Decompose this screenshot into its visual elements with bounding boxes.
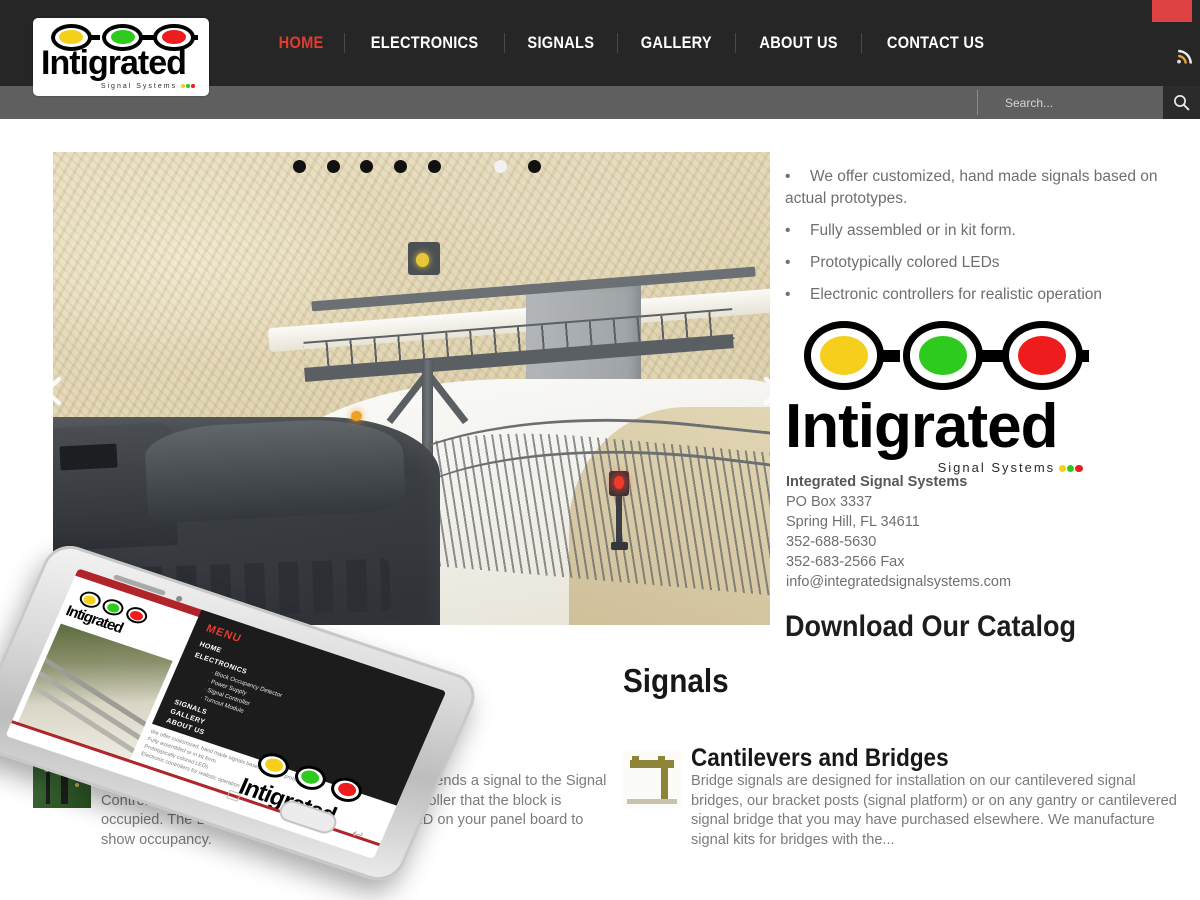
chevron-left-icon [43, 376, 62, 406]
electronics-item-body-overflow [33, 831, 613, 851]
chevron-right-icon [763, 376, 782, 406]
signal-lamps-group-large [785, 320, 1095, 394]
nav-item-about-us[interactable]: ABOUT US [744, 33, 852, 53]
carousel-dot-5[interactable] [428, 160, 441, 173]
lamp-yellow [803, 321, 885, 390]
carousel-dot-3[interactable] [360, 160, 373, 173]
electronics-section: Electronics Block Occupancy Detector Thi… [33, 662, 606, 900]
contact-city-state: Spring Hill, FL 34611 [786, 514, 920, 530]
signals-item-title[interactable]: Cantilevers and Bridges [691, 744, 949, 773]
site-logo[interactable]: Intigrated Signal Systems [33, 18, 209, 96]
bridge-ground [627, 799, 677, 804]
nav-item-electronics[interactable]: ELECTRONICS [356, 33, 493, 53]
lamp-green [902, 321, 984, 390]
red-accent-tab [1152, 0, 1192, 22]
circuit-board-thumbnail[interactable] [33, 750, 91, 808]
electronics-item-title[interactable]: Block Occupancy Detector [101, 744, 587, 773]
bullet-glyph: • [785, 254, 791, 271]
locomotive-cab-window [59, 443, 119, 471]
logo-tagline-dots [180, 83, 195, 90]
intro-bullet-text: We offer customized, hand made signals b… [785, 168, 1158, 207]
locomotive-drive-wheels [73, 558, 391, 622]
carousel-next-button[interactable] [757, 374, 787, 408]
nav-separator [344, 33, 346, 53]
nav-item-gallery[interactable]: GALLERY [626, 33, 726, 53]
bridge-left-head [632, 756, 639, 768]
bullet-glyph: • [785, 168, 791, 185]
nav-item-home[interactable]: HOME [264, 33, 338, 53]
contact-fax: 352-683-2566 Fax [786, 554, 905, 570]
bridge-post [661, 768, 668, 800]
search-icon [1174, 95, 1190, 111]
carousel-prev-button[interactable] [38, 374, 68, 408]
logo-artwork: Intigrated Signal Systems [41, 23, 201, 91]
download-catalog-heading[interactable]: Download Our Catalog [785, 610, 1076, 644]
contact-info-block: Integrated Signal Systems PO Box 3337 Sp… [786, 472, 1186, 592]
contact-po-box: PO Box 3337 [786, 494, 873, 510]
intro-bullet-item: • Prototypically colored LEDs [785, 252, 1190, 274]
phone-nav-item-home: HOME [198, 640, 223, 655]
nav-separator [504, 33, 506, 53]
electronics-item-title[interactable]: Power Supply [33, 896, 546, 900]
logo-wordmark-large: Intigrated [785, 391, 1058, 461]
contact-email[interactable]: info@integratedsignalsystems.com [786, 572, 1186, 592]
search-button[interactable] [1163, 86, 1200, 119]
lamp-red [1002, 321, 1083, 390]
locomotive-headlamp [351, 410, 363, 422]
nav-item-signals[interactable]: SIGNALS [513, 33, 609, 53]
phone-menu-label: MENU [204, 622, 244, 646]
logo-wordmark: Intigrated [41, 44, 187, 83]
locomotive-boiler [143, 414, 407, 523]
carousel-dots[interactable] [53, 160, 770, 180]
carousel-dot-6[interactable] [494, 160, 507, 173]
rss-feed-icon[interactable] [1176, 49, 1194, 67]
intro-bullet-text: Electronic controllers for realistic ope… [810, 286, 1103, 303]
bridge-right-head [658, 756, 665, 768]
page-root: Intigrated Signal Systems HOME ELECTRONI… [0, 0, 1200, 900]
bullet-glyph: • [785, 222, 791, 239]
intro-bullet-text: Fully assembled or in kit form. [810, 222, 1016, 239]
signals-item-cantilevers[interactable]: Cantilevers and Bridges Bridge signals a… [623, 736, 1189, 848]
intro-bullets-block: • We offer customized, hand made signals … [785, 166, 1190, 316]
wayside-signal-mast [615, 487, 623, 545]
search-divider [977, 90, 978, 115]
carousel-dot-7[interactable] [528, 160, 541, 173]
signals-item-body: Bridge signals are designed for installa… [691, 773, 1177, 848]
electronics-item-power-supply[interactable]: Power Supply [33, 896, 603, 900]
intro-bullet-item: • We offer customized, hand made signals … [785, 166, 1190, 210]
site-header: Intigrated Signal Systems HOME ELECTRONI… [0, 0, 1200, 96]
logo-tagline: Signal Systems [101, 83, 195, 90]
intro-bullet-text: Prototypically colored LEDs [810, 254, 1000, 271]
bullet-glyph: • [785, 286, 791, 303]
signals-section: Signals Cantilevers and Bridges Bridge s… [623, 662, 1189, 900]
nav-separator [860, 33, 862, 53]
carousel-dot-2[interactable] [327, 160, 340, 173]
contact-phone[interactable]: 352-688-5630 [786, 532, 1186, 552]
contact-company: Integrated Signal Systems [786, 474, 968, 490]
logo-tagline-text: Signal Systems [100, 83, 178, 91]
nav-separator [617, 33, 619, 53]
electronics-section-title: Electronics [33, 662, 194, 699]
signals-section-title: Signals [623, 662, 729, 699]
electronics-item-block-occupancy[interactable]: Block Occupancy Detector This module det… [33, 736, 606, 848]
carousel-dot-1[interactable] [293, 160, 306, 173]
carousel-dot-4[interactable] [394, 160, 407, 173]
intro-bullet-list: • We offer customized, hand made signals … [785, 166, 1190, 306]
nav-item-contact-us[interactable]: CONTACT US [872, 33, 999, 53]
nav-separator [734, 33, 736, 53]
signal-bridge-thumbnail[interactable] [623, 750, 681, 808]
hero-carousel[interactable] [53, 152, 770, 625]
brand-logo-large: Intigrated Signal Systems [785, 320, 1095, 475]
main-navigation[interactable]: HOME ELECTRONICS SIGNALS GALLERY ABOUT U… [258, 28, 1009, 58]
intro-bullet-item: • Electronic controllers for realistic op… [785, 284, 1190, 306]
wayside-signal-base [610, 542, 629, 550]
search-input[interactable] [1005, 92, 1160, 113]
intro-bullet-item: • Fully assembled or in kit form. [785, 220, 1190, 242]
